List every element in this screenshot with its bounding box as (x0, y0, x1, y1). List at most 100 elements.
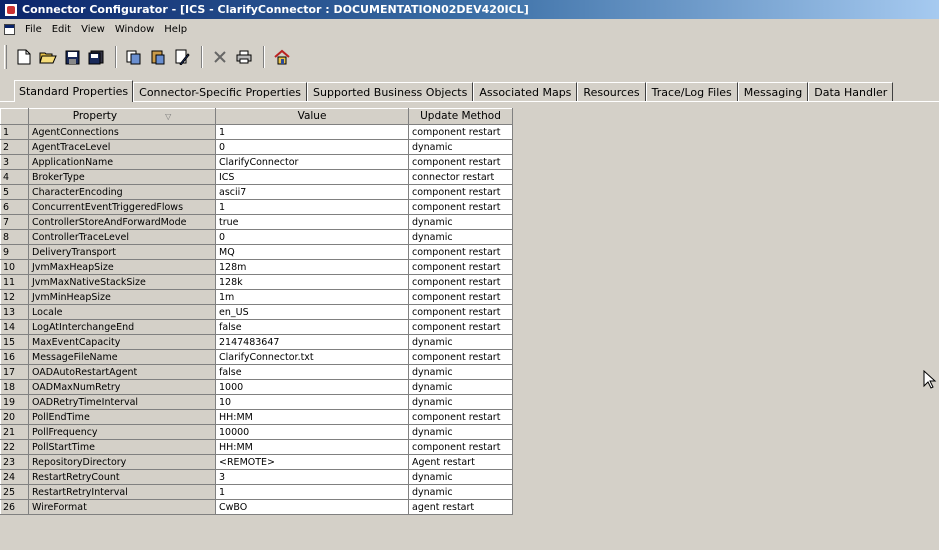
value-cell[interactable]: en_US (215, 304, 409, 320)
value-cell[interactable]: <REMOTE> (215, 454, 409, 470)
toolbar-grip[interactable] (4, 45, 7, 69)
menu-file[interactable]: File (20, 24, 47, 35)
open-icon[interactable] (37, 46, 59, 68)
tab-trace-log-files[interactable]: Trace/Log Files (645, 82, 738, 102)
table-row[interactable]: 14 LogAtInterchangeEnd false component rest… (0, 319, 513, 335)
tab-supported-business-objects[interactable]: Supported Business Objects (307, 82, 474, 102)
value-cell[interactable]: 10 (215, 394, 409, 410)
value-cell[interactable]: ClarifyConnector.txt (215, 349, 409, 365)
table-row[interactable]: 15 MaxEventCapacity 2147483647 dynamic (0, 334, 513, 350)
table-row[interactable]: 20 PollEndTime HH:MM component restart (0, 409, 513, 425)
update-method-cell: component restart (408, 439, 513, 455)
table-row[interactable]: 5 CharacterEncoding ascii7 component restar… (0, 184, 513, 200)
mouse-pointer-icon (923, 370, 937, 389)
value-cell[interactable]: true (215, 214, 409, 230)
table-row[interactable]: 22 PollStartTime HH:MM component restart (0, 439, 513, 455)
table-row[interactable]: 7 ControllerStoreAndForwardMode true dynami… (0, 214, 513, 230)
table-row[interactable]: 4 BrokerType ICS connector restart (0, 169, 513, 185)
update-method-cell: dynamic (408, 229, 513, 245)
row-number: 7 (0, 214, 29, 230)
table-row[interactable]: 23 RepositoryDirectory <REMOTE> Agent resta… (0, 454, 513, 470)
menu-help[interactable]: Help (159, 24, 192, 35)
tab-resources[interactable]: Resources (577, 82, 646, 102)
value-cell[interactable]: ClarifyConnector (215, 154, 409, 170)
value-cell[interactable]: 128m (215, 259, 409, 275)
delete-icon[interactable] (209, 46, 231, 68)
print-icon[interactable] (233, 46, 255, 68)
value-cell[interactable]: 3 (215, 469, 409, 485)
table-row[interactable]: 25 RestartRetryInterval 1 dynamic (0, 484, 513, 500)
column-header-label: Property (72, 110, 118, 122)
value-cell[interactable]: 1m (215, 289, 409, 305)
copy-icon[interactable] (123, 46, 145, 68)
property-cell: OADAutoRestartAgent (28, 364, 216, 380)
menu-window[interactable]: Window (110, 24, 159, 35)
tab-messaging[interactable]: Messaging (737, 82, 809, 102)
table-row[interactable]: 6 ConcurrentEventTriggeredFlows 1 component… (0, 199, 513, 215)
table-row[interactable]: 19 OADRetryTimeInterval 10 dynamic (0, 394, 513, 410)
table-row[interactable]: 11 JvmMaxNativeStackSize 128k component res… (0, 274, 513, 290)
update-method-cell: dynamic (408, 484, 513, 500)
update-method-cell: dynamic (408, 394, 513, 410)
home-icon[interactable] (271, 46, 293, 68)
value-cell[interactable]: 128k (215, 274, 409, 290)
tab-data-handler[interactable]: Data Handler (808, 82, 894, 102)
document-icon[interactable] (4, 23, 15, 35)
value-cell[interactable]: 0 (215, 139, 409, 155)
toolbar-separator (201, 46, 203, 68)
paste-icon[interactable] (147, 46, 169, 68)
value-cell[interactable]: false (215, 319, 409, 335)
value-cell[interactable]: ICS (215, 169, 409, 185)
value-cell[interactable]: 10000 (215, 424, 409, 440)
property-cell: ConcurrentEventTriggeredFlows (28, 199, 216, 215)
table-row[interactable]: 16 MessageFileName ClarifyConnector.txt com… (0, 349, 513, 365)
table-row[interactable]: 9 DeliveryTransport MQ component restart (0, 244, 513, 260)
tab-associated-maps[interactable]: Associated Maps (473, 82, 578, 102)
table-row[interactable]: 17 OADAutoRestartAgent false dynamic (0, 364, 513, 380)
property-cell: DeliveryTransport (28, 244, 216, 260)
value-cell[interactable]: 1 (215, 124, 409, 140)
table-row[interactable]: 1 AgentConnections 1 component restart (0, 124, 513, 140)
menu-view[interactable]: View (76, 24, 110, 35)
sort-filter-icon[interactable]: ▽ (165, 110, 171, 123)
table-row[interactable]: 21 PollFrequency 10000 dynamic (0, 424, 513, 440)
value-cell[interactable]: ascii7 (215, 184, 409, 200)
value-cell[interactable]: 1 (215, 484, 409, 500)
tab-connector-specific-properties[interactable]: Connector-Specific Properties (133, 82, 308, 102)
table-row[interactable]: 8 ControllerTraceLevel 0 dynamic (0, 229, 513, 245)
table-row[interactable]: 13 Locale en_US component restart (0, 304, 513, 320)
table-row[interactable]: 26 WireFormat CwBO agent restart (0, 499, 513, 515)
save-icon[interactable] (61, 46, 83, 68)
value-cell[interactable]: MQ (215, 244, 409, 260)
table-row[interactable]: 24 RestartRetryCount 3 dynamic (0, 469, 513, 485)
grid-body: 1 AgentConnections 1 component restart 2 Agen… (0, 124, 513, 515)
table-row[interactable]: 2 AgentTraceLevel 0 dynamic (0, 139, 513, 155)
value-cell[interactable]: CwBO (215, 499, 409, 515)
update-method-cell: dynamic (408, 469, 513, 485)
new-icon[interactable] (13, 46, 35, 68)
value-cell[interactable]: 2147483647 (215, 334, 409, 350)
table-row[interactable]: 18 OADMaxNumRetry 1000 dynamic (0, 379, 513, 395)
row-number: 3 (0, 154, 29, 170)
property-cell: RestartRetryInterval (28, 484, 216, 500)
table-row[interactable]: 10 JvmMaxHeapSize 128m component restart (0, 259, 513, 275)
value-cell[interactable]: 0 (215, 229, 409, 245)
table-row[interactable]: 12 JvmMinHeapSize 1m component restart (0, 289, 513, 305)
toolbar-separator (263, 46, 265, 68)
properties-icon[interactable] (171, 46, 193, 68)
column-header-value[interactable]: Value (215, 108, 409, 125)
menu-edit[interactable]: Edit (47, 24, 76, 35)
column-header-property[interactable]: Property ▽ (28, 108, 216, 125)
column-header-update-method[interactable]: Update Method (408, 108, 513, 125)
corner-cell[interactable] (0, 108, 29, 125)
value-cell[interactable]: 1 (215, 199, 409, 215)
value-cell[interactable]: HH:MM (215, 409, 409, 425)
value-cell[interactable]: 1000 (215, 379, 409, 395)
header-row: Property ▽ Value Update Method (0, 108, 513, 125)
row-number: 16 (0, 349, 29, 365)
value-cell[interactable]: false (215, 364, 409, 380)
tab-standard-properties[interactable]: Standard Properties (14, 80, 134, 102)
save-all-icon[interactable] (85, 46, 107, 68)
value-cell[interactable]: HH:MM (215, 439, 409, 455)
table-row[interactable]: 3 ApplicationName ClarifyConnector componen… (0, 154, 513, 170)
